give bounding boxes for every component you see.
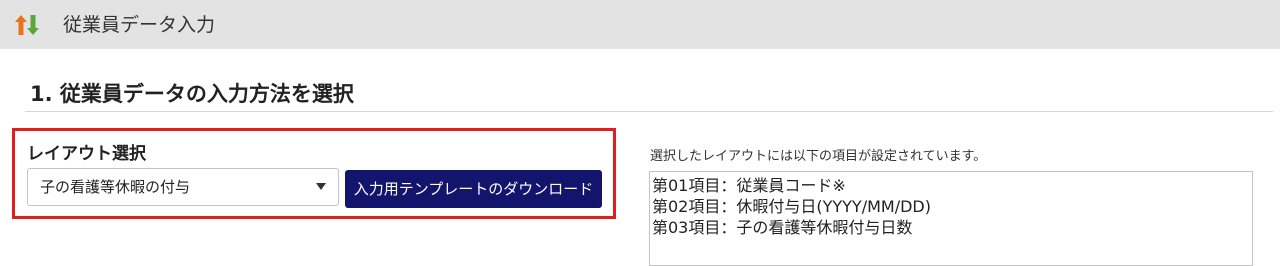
- layout-select[interactable]: 子の看護等休暇の付与: [27, 168, 339, 206]
- fields-description: 選択したレイアウトには以下の項目が設定されています。: [650, 149, 987, 164]
- download-template-button[interactable]: 入力用テンプレートのダウンロード: [345, 170, 602, 208]
- section-title: 1. 従業員データの入力方法を選択: [30, 82, 354, 106]
- fields-list-textarea[interactable]: 第01項目：従業員コード※ 第02項目：休暇付与日(YYYY/MM/DD) 第0…: [649, 171, 1253, 266]
- field-item: 第03項目：子の看護等休暇付与日数: [652, 218, 913, 237]
- layout-select-value: 子の看護等休暇の付与: [40, 178, 191, 196]
- sort-arrows-icon: [15, 15, 39, 35]
- field-item: 第01項目：従業員コード※: [652, 176, 846, 195]
- app-header: 従業員データ入力: [0, 0, 1280, 49]
- chevron-down-icon: [316, 183, 326, 190]
- layout-select-label: レイアウト選択: [27, 144, 146, 164]
- page-header-title: 従業員データ入力: [63, 14, 216, 36]
- section-divider: [25, 111, 1273, 112]
- field-item: 第02項目：休暇付与日(YYYY/MM/DD): [652, 197, 931, 216]
